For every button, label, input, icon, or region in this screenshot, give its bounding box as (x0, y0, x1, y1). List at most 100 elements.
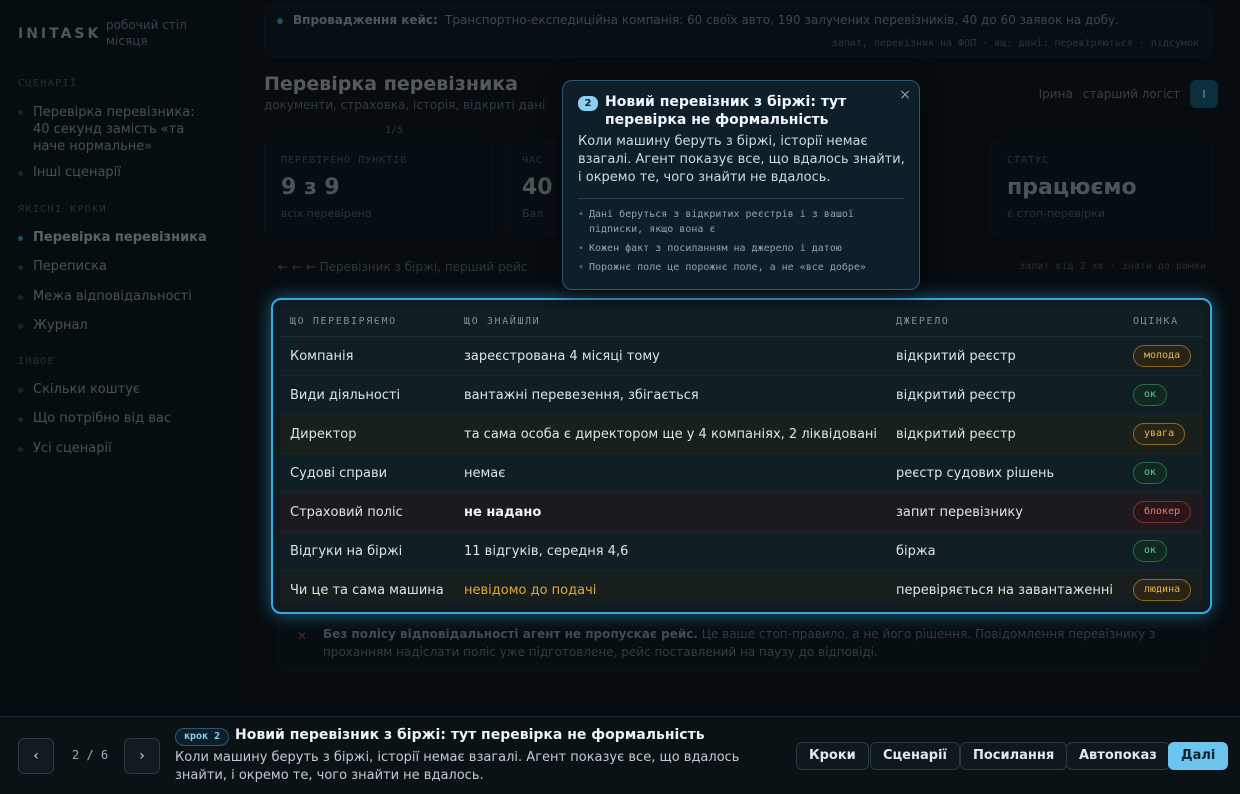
banner-title: Впровадження кейс: (293, 13, 438, 27)
status-badge: молода (1133, 345, 1192, 367)
sidebar-item-journal[interactable]: Журнал (18, 318, 88, 333)
page-subtitle: документи, страховка, історія, відкриті … (264, 98, 546, 112)
divider (578, 198, 904, 199)
bullet-icon (18, 236, 23, 241)
table-row: Відгуки на біржі 11 відгуків, середня 4,… (280, 532, 1203, 571)
cell-source: відкритий реєстр (896, 427, 1016, 442)
sidebar-item-requirements[interactable]: Що потрібно від вас (18, 411, 171, 426)
sidebar-item-label: Межа відповідальності (33, 289, 192, 304)
sidebar-item-label: Усі сценарії (33, 441, 112, 456)
sidebar-item-correspondence[interactable]: Переписка (18, 259, 107, 274)
status-badge: ок (1133, 384, 1168, 406)
sidebar-item-other-scenarios[interactable]: Інші сценарії (18, 165, 121, 180)
cell-source: біржа (896, 544, 936, 559)
step-counter: 2 / 6 (72, 748, 109, 762)
sidebar-scenario-label: Перевірка перевізника: 40 секунд замість… (33, 105, 195, 154)
stat-label: ЧАС (522, 155, 544, 166)
popover-bullets: Дані беруться з відкритих реєстрів і з в… (578, 207, 908, 279)
user-menu[interactable]: Ірина старший логіст І (1039, 80, 1218, 108)
banner-meta: запит, перевізник на ФОП · вщ: дані: пер… (831, 38, 1199, 49)
cell-what: Відгуки на біржі (290, 544, 403, 559)
prev-step-button[interactable]: ‹ (18, 738, 54, 774)
app: INITASK робочий стіл місяця СЦЕНАРІЇ Пер… (0, 0, 1240, 794)
stat-card-checked: ПЕРЕВІРЕНО ПУНКТІВ 9 з 9 всіх перевірено (264, 140, 492, 236)
sidebar-item-responsibility[interactable]: Межа відповідальності (18, 289, 192, 304)
user-name: Ірина (1038, 87, 1073, 101)
steps-button[interactable]: Кроки (796, 742, 869, 770)
bullet-icon (18, 265, 23, 270)
breadcrumb-text[interactable]: ← ← ← Перевізник з біржі, перший рейс (278, 260, 527, 274)
stat-label: ПЕРЕВІРЕНО ПУНКТІВ (281, 155, 408, 166)
step-number-badge: 2 (578, 96, 598, 111)
cell-found: та сама особа є директором ще у 4 компан… (464, 427, 878, 442)
sidebar-section-checks: ЯКІСНІ КРОКИ (18, 204, 108, 215)
autoplay-button[interactable]: Автопоказ (1066, 742, 1170, 770)
cell-what: Види діяльності (290, 388, 401, 403)
table-row: Компанія зареєстрована 4 місяці тому від… (280, 337, 1203, 376)
brand-subtitle: робочий стіл місяця (106, 18, 187, 48)
sidebar-item-all-scenarios[interactable]: Усі сценарії (18, 441, 112, 456)
user-role: старший логіст (1082, 87, 1180, 101)
column-header-source: ДЖЕРЕЛО (896, 316, 950, 327)
cell-what: Директор (290, 427, 357, 442)
stat-value: працюємо (1007, 175, 1137, 200)
column-header-score: ОЦІНКА (1133, 316, 1179, 327)
sidebar-scenario-item[interactable]: Перевірка перевізника: 40 секунд замість… (18, 104, 403, 155)
cell-source: перевіряється на завантаженні (896, 583, 1114, 598)
status-badge: ок (1133, 462, 1168, 484)
sidebar-section-more: ІНШОЕ (18, 356, 56, 367)
next-step-arrow-button[interactable]: › (124, 738, 160, 774)
cell-found: невідомо до подачі (464, 583, 597, 598)
cell-source: відкритий реєстр (896, 388, 1016, 403)
sidebar-item-carrier-check[interactable]: Перевірка перевізника (18, 230, 207, 245)
links-button[interactable]: Посилання (960, 742, 1068, 770)
popover-title: Новий перевізник з біржі: тут перевірка … (605, 94, 847, 128)
stat-card-status: СТАТУС працюємо є стоп-перевірки (990, 140, 1212, 236)
scenarios-button[interactable]: Сценарії (870, 742, 960, 770)
avatar[interactable]: І (1190, 80, 1218, 108)
bullet-icon (18, 447, 23, 452)
status-badge: блокер (1133, 501, 1192, 523)
bullet-icon (18, 171, 23, 176)
cell-found: немає (464, 466, 506, 481)
cell-source: реєстр судових рішень (896, 466, 1055, 481)
cell-found: зареєстрована 4 місяці тому (464, 349, 660, 364)
stop-rule-text: Без полісу відповідальності агент не про… (323, 625, 1183, 661)
next-button[interactable]: Далі (1168, 742, 1229, 770)
close-icon[interactable]: × (899, 87, 911, 103)
sidebar-item-label: Журнал (33, 318, 88, 333)
stop-rule-note: ✕ Без полісу відповідальності агент не п… (278, 618, 1206, 672)
sidebar-item-label: Скільки коштує (33, 382, 141, 397)
bullet-icon (18, 388, 23, 393)
check-results-table: ЩО ПЕРЕВІРЯЄМО ЩО ЗНАЙШЛИ ДЖЕРЕЛО ОЦІНКА… (271, 298, 1212, 614)
stat-value: 40 (522, 175, 553, 200)
step-title: Новий перевізник з біржі: тут перевірка … (235, 727, 705, 743)
table-body: ЩО ПЕРЕВІРЯЄМО ЩО ЗНАЙШЛИ ДЖЕРЕЛО ОЦІНКА… (280, 307, 1203, 603)
table-row: Види діяльності вантажні перевезення, зб… (280, 376, 1203, 415)
sidebar-item-cost[interactable]: Скільки коштує (18, 382, 140, 397)
sidebar-item-label: Перевірка перевізника (33, 230, 207, 245)
cell-source: запит перевізнику (896, 505, 1023, 520)
sidebar-item-label: Переписка (33, 259, 107, 274)
tour-popover: 2 Новий перевізник з біржі: тут перевірк… (562, 80, 920, 290)
case-banner: Впровадження кейс: Транспортно-експедиці… (264, 5, 1212, 57)
status-badge: людина (1133, 579, 1192, 601)
sidebar-section-scenarios: СЦЕНАРІЇ (18, 78, 78, 89)
popover-body: Коли машину беруть з біржі, історії нема… (578, 134, 905, 185)
table-row: Директор та сама особа є директором ще у… (280, 415, 1203, 454)
status-dot-icon (277, 18, 283, 24)
column-header-found: ЩО ЗНАЙШЛИ (464, 316, 541, 327)
cell-found: 11 відгуків, середня 4,6 (464, 544, 629, 559)
sidebar-item-label: Що потрібно від вас (33, 411, 171, 426)
cell-source: відкритий реєстр (896, 349, 1016, 364)
cell-what: Страховий поліс (290, 505, 403, 520)
breadcrumb-meta: запит від 2 хв · знати до рамки (1019, 261, 1206, 272)
stat-note: є стоп-перевірки (1007, 207, 1105, 220)
scenario-progress: 1/5 (384, 125, 403, 136)
stat-note: всіх перевірено (281, 207, 372, 220)
status-badge: ок (1133, 540, 1168, 562)
stop-rule-bold: Без полісу відповідальності агент не про… (323, 627, 698, 641)
cell-found: вантажні перевезення, збігається (464, 388, 699, 403)
table-row: Страховий поліс не надано запит перевізн… (280, 493, 1203, 532)
banner-text: Транспортно-експедиційна компанія: 60 св… (445, 13, 1119, 27)
